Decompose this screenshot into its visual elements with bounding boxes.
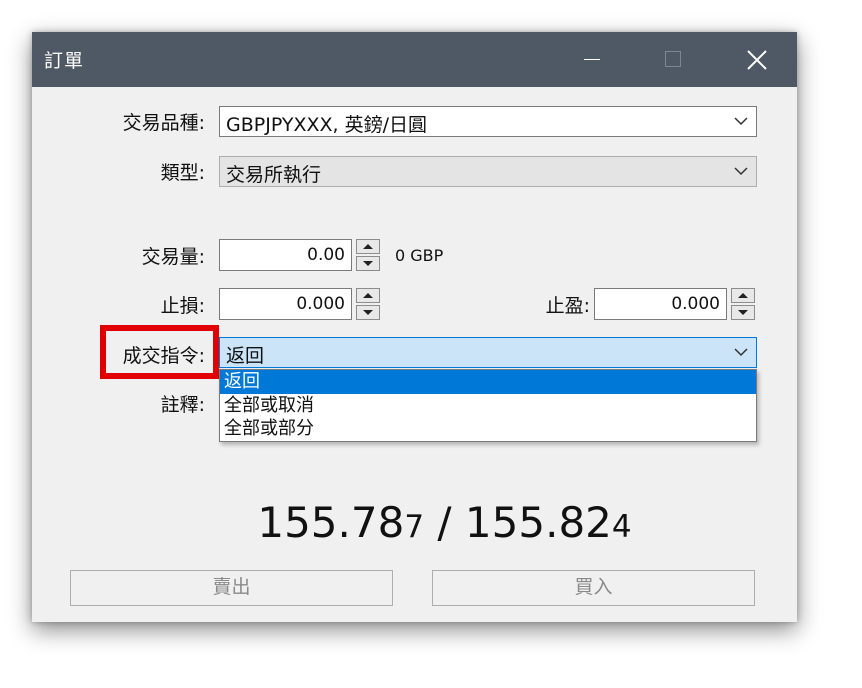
highlight-box [100,325,219,379]
volume-unit: 0 GBP [395,246,444,265]
sell-button[interactable]: 賣出 [70,570,393,606]
volume-label: 交易量: [141,246,205,268]
filling-dropdown-list: 返回 全部或取消 全部或部分 [219,369,757,442]
takeprofit-label: 止盈: [545,295,590,317]
filling-select[interactable]: 返回 [219,337,757,368]
filling-value: 返回 [226,345,265,367]
maximize-icon [644,32,704,87]
chevron-down-icon [734,117,748,126]
window-title: 訂單 [44,50,85,72]
spin-down-icon[interactable] [731,305,755,320]
stoploss-value: 0.000 [296,294,345,314]
spin-down-icon[interactable] [356,305,380,320]
title-bar[interactable]: 訂單 [32,32,797,87]
volume-spinner[interactable] [356,239,380,271]
ask-price-last-digit: 4 [611,509,632,545]
dropdown-option[interactable]: 全部或部分 [220,417,756,441]
stoploss-label: 止損: [160,295,205,317]
type-value: 交易所執行 [226,164,322,186]
spin-up-icon[interactable] [731,288,755,303]
spin-up-icon[interactable] [356,288,380,303]
type-label: 類型: [160,162,205,184]
ask-price-main: 155.82 [464,498,612,547]
dropdown-option[interactable]: 返回 [220,370,756,394]
chevron-down-icon [734,348,748,357]
symbol-value: GBPJPYXXX, 英鎊/日圓 [226,114,427,136]
type-select[interactable]: 交易所執行 [219,156,757,187]
takeprofit-spinner[interactable] [731,288,755,320]
price-quote: 155.787 / 155.824 [32,498,857,547]
volume-value: 0.00 [307,245,345,265]
spin-up-icon[interactable] [356,239,380,254]
close-icon[interactable] [727,32,787,87]
takeprofit-input[interactable]: 0.000 [594,288,727,320]
dropdown-option[interactable]: 全部或取消 [220,394,756,418]
buy-button[interactable]: 買入 [432,570,755,606]
volume-input[interactable]: 0.00 [219,239,352,271]
spin-down-icon[interactable] [356,256,380,271]
price-separator: / [424,498,465,547]
symbol-select[interactable]: GBPJPYXXX, 英鎊/日圓 [219,106,757,137]
bid-price-last-digit: 7 [404,509,425,545]
bid-price-main: 155.78 [257,498,405,547]
minimize-icon[interactable] [562,32,622,87]
symbol-label: 交易品種: [122,112,205,134]
chevron-down-icon [734,167,748,176]
stoploss-spinner[interactable] [356,288,380,320]
comment-label: 註釋: [160,394,205,416]
stoploss-input[interactable]: 0.000 [219,288,352,320]
takeprofit-value: 0.000 [671,294,720,314]
